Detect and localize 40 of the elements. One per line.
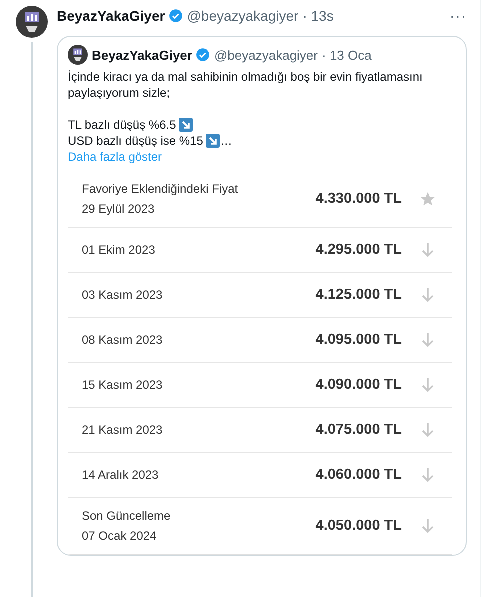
avatar[interactable] (68, 45, 88, 65)
post-time[interactable]: · 13 Oca (322, 48, 372, 62)
down-arrow-icon (421, 242, 435, 258)
post-text: TL bazlı düşüş %6.5 (68, 117, 176, 133)
ellipsis-text: … (220, 133, 232, 149)
price-date: 21 Kasım 2023 (82, 423, 164, 437)
price-value: 4.095.000 TL (316, 332, 402, 348)
avatar[interactable] (16, 6, 48, 38)
price-date: 08 Kasım 2023 (82, 333, 164, 347)
down-arrow-icon (421, 467, 435, 483)
post-time[interactable]: · 13s (302, 8, 334, 24)
price-date: 14 Aralık 2023 (82, 468, 160, 482)
down-arrow-icon (421, 287, 435, 303)
down-arrow-icon (421, 377, 435, 393)
price-label: Son Güncelleme (82, 509, 172, 523)
author-name[interactable]: BeyazYakaGiyer (92, 48, 192, 62)
price-date: 15 Kasım 2023 (82, 378, 164, 392)
price-value: 4.060.000 TL (316, 467, 402, 483)
more-options-button[interactable]: ··· (450, 8, 467, 24)
author-name[interactable]: BeyazYakaGiyer (57, 8, 166, 24)
price-date: 01 Ekim 2023 (82, 243, 156, 257)
price-value: 4.125.000 TL (316, 287, 402, 303)
down-arrow-icon (421, 518, 435, 534)
post-text: İçinde kiracı ya da mal sahibinin olmadığı boş bir evin fiyatlamasını paylaşıyorum sizle; (68, 69, 424, 101)
price-date: 07 Ocak 2024 (82, 529, 158, 543)
price-value: 4.050.000 TL (316, 518, 402, 534)
price-value: 4.295.000 TL (316, 242, 402, 258)
down-arrow-icon (421, 332, 435, 348)
price-date: 29 Eylül 2023 (82, 202, 156, 216)
price-date: 03 Kasım 2023 (82, 288, 164, 302)
star-icon (420, 191, 436, 207)
price-value: 4.090.000 TL (316, 377, 402, 393)
price-value: 4.075.000 TL (316, 422, 402, 438)
price-value: 4.330.000 TL (316, 191, 402, 207)
down-arrow-icon (421, 422, 435, 438)
price-label: Favoriye Eklendiğindeki Fiyat (82, 182, 240, 196)
post-text: USD bazlı düşüş ise %15 (68, 133, 204, 149)
author-handle[interactable]: @beyazyakagiyer (187, 8, 299, 24)
quoted-post-card[interactable] (57, 36, 467, 556)
author-handle[interactable]: @beyazyakagiyer (214, 48, 318, 62)
